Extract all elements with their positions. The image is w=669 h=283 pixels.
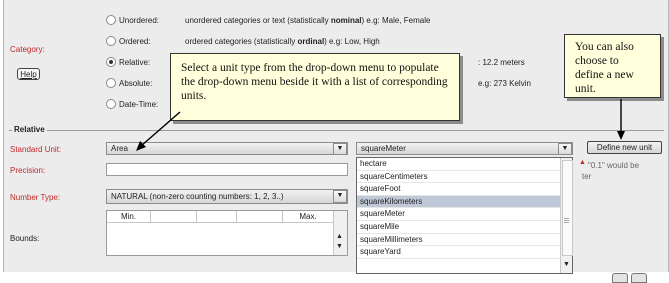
arrow-line-left (140, 111, 181, 147)
annotation-arrows (136, 99, 625, 151)
arrow-head-right (617, 131, 625, 140)
